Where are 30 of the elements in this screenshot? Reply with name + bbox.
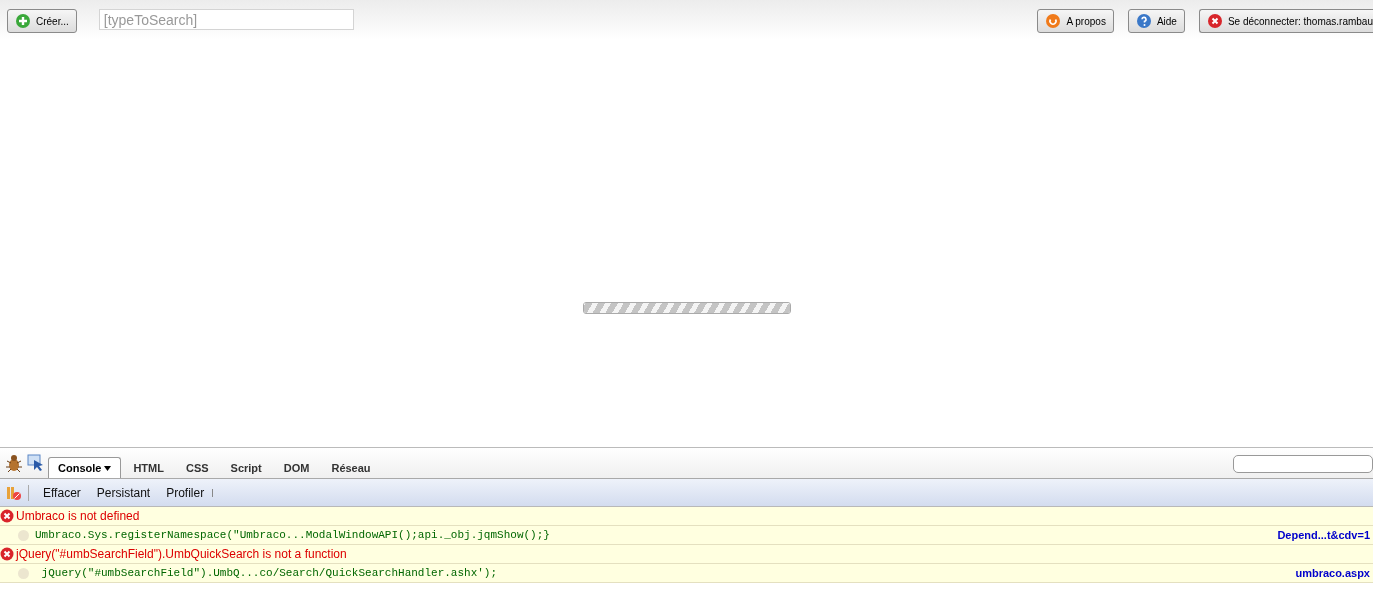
help-icon [1135, 13, 1152, 29]
source-link[interactable]: Depend...t&cdv=1 [1277, 529, 1373, 541]
console-toolbar-button[interactable]: Profiler [158, 485, 213, 500]
code-line: Umbraco.Sys.registerNamespace("Umbraco...ModalWindowAPI();api._obj.jqmShow();} [35, 529, 550, 541]
filter-field[interactable] [1233, 455, 1373, 473]
source-link[interactable]: umbraco.aspx [1295, 567, 1373, 579]
create-button[interactable]: Créer... [7, 9, 77, 33]
plus-icon [15, 13, 31, 29]
devtools-tab[interactable]: DOM [273, 457, 320, 478]
devtools-tab[interactable]: Réseau [321, 457, 381, 478]
devtools-tab[interactable]: Script [220, 457, 272, 478]
close-icon [1206, 13, 1223, 29]
console-toolbar-button[interactable]: Persistant [88, 485, 159, 500]
error-icon [0, 547, 14, 561]
error-message: jQuery("#umbSearchField").UmbQuickSearch is not a function [16, 547, 347, 561]
help-button[interactable]: Aide [1127, 9, 1185, 33]
console-toolbar-button[interactable]: Effacer [35, 485, 89, 500]
devtools-tab[interactable]: CSS [175, 457, 219, 478]
about-button[interactable]: A propos [1037, 9, 1114, 33]
error-icon [0, 509, 14, 523]
devtools-tab[interactable]: Console [48, 457, 122, 478]
break-on-error-icon[interactable] [6, 484, 29, 501]
devtools-tab[interactable]: HTML [123, 457, 174, 478]
search-field[interactable]: [typeToSearch] [98, 9, 354, 30]
error-message: Umbraco is not defined [16, 509, 140, 523]
logout-button[interactable]: Se déconnecter: thomas.rambau [1198, 9, 1373, 33]
power-icon [1045, 13, 1062, 29]
code-line: jQuery("#umbSearchField").UmbQ...co/Search/QuickSearchHandler.ashx'); [40, 567, 498, 579]
caret-icon [104, 465, 112, 471]
bug-icon[interactable] [4, 453, 24, 473]
